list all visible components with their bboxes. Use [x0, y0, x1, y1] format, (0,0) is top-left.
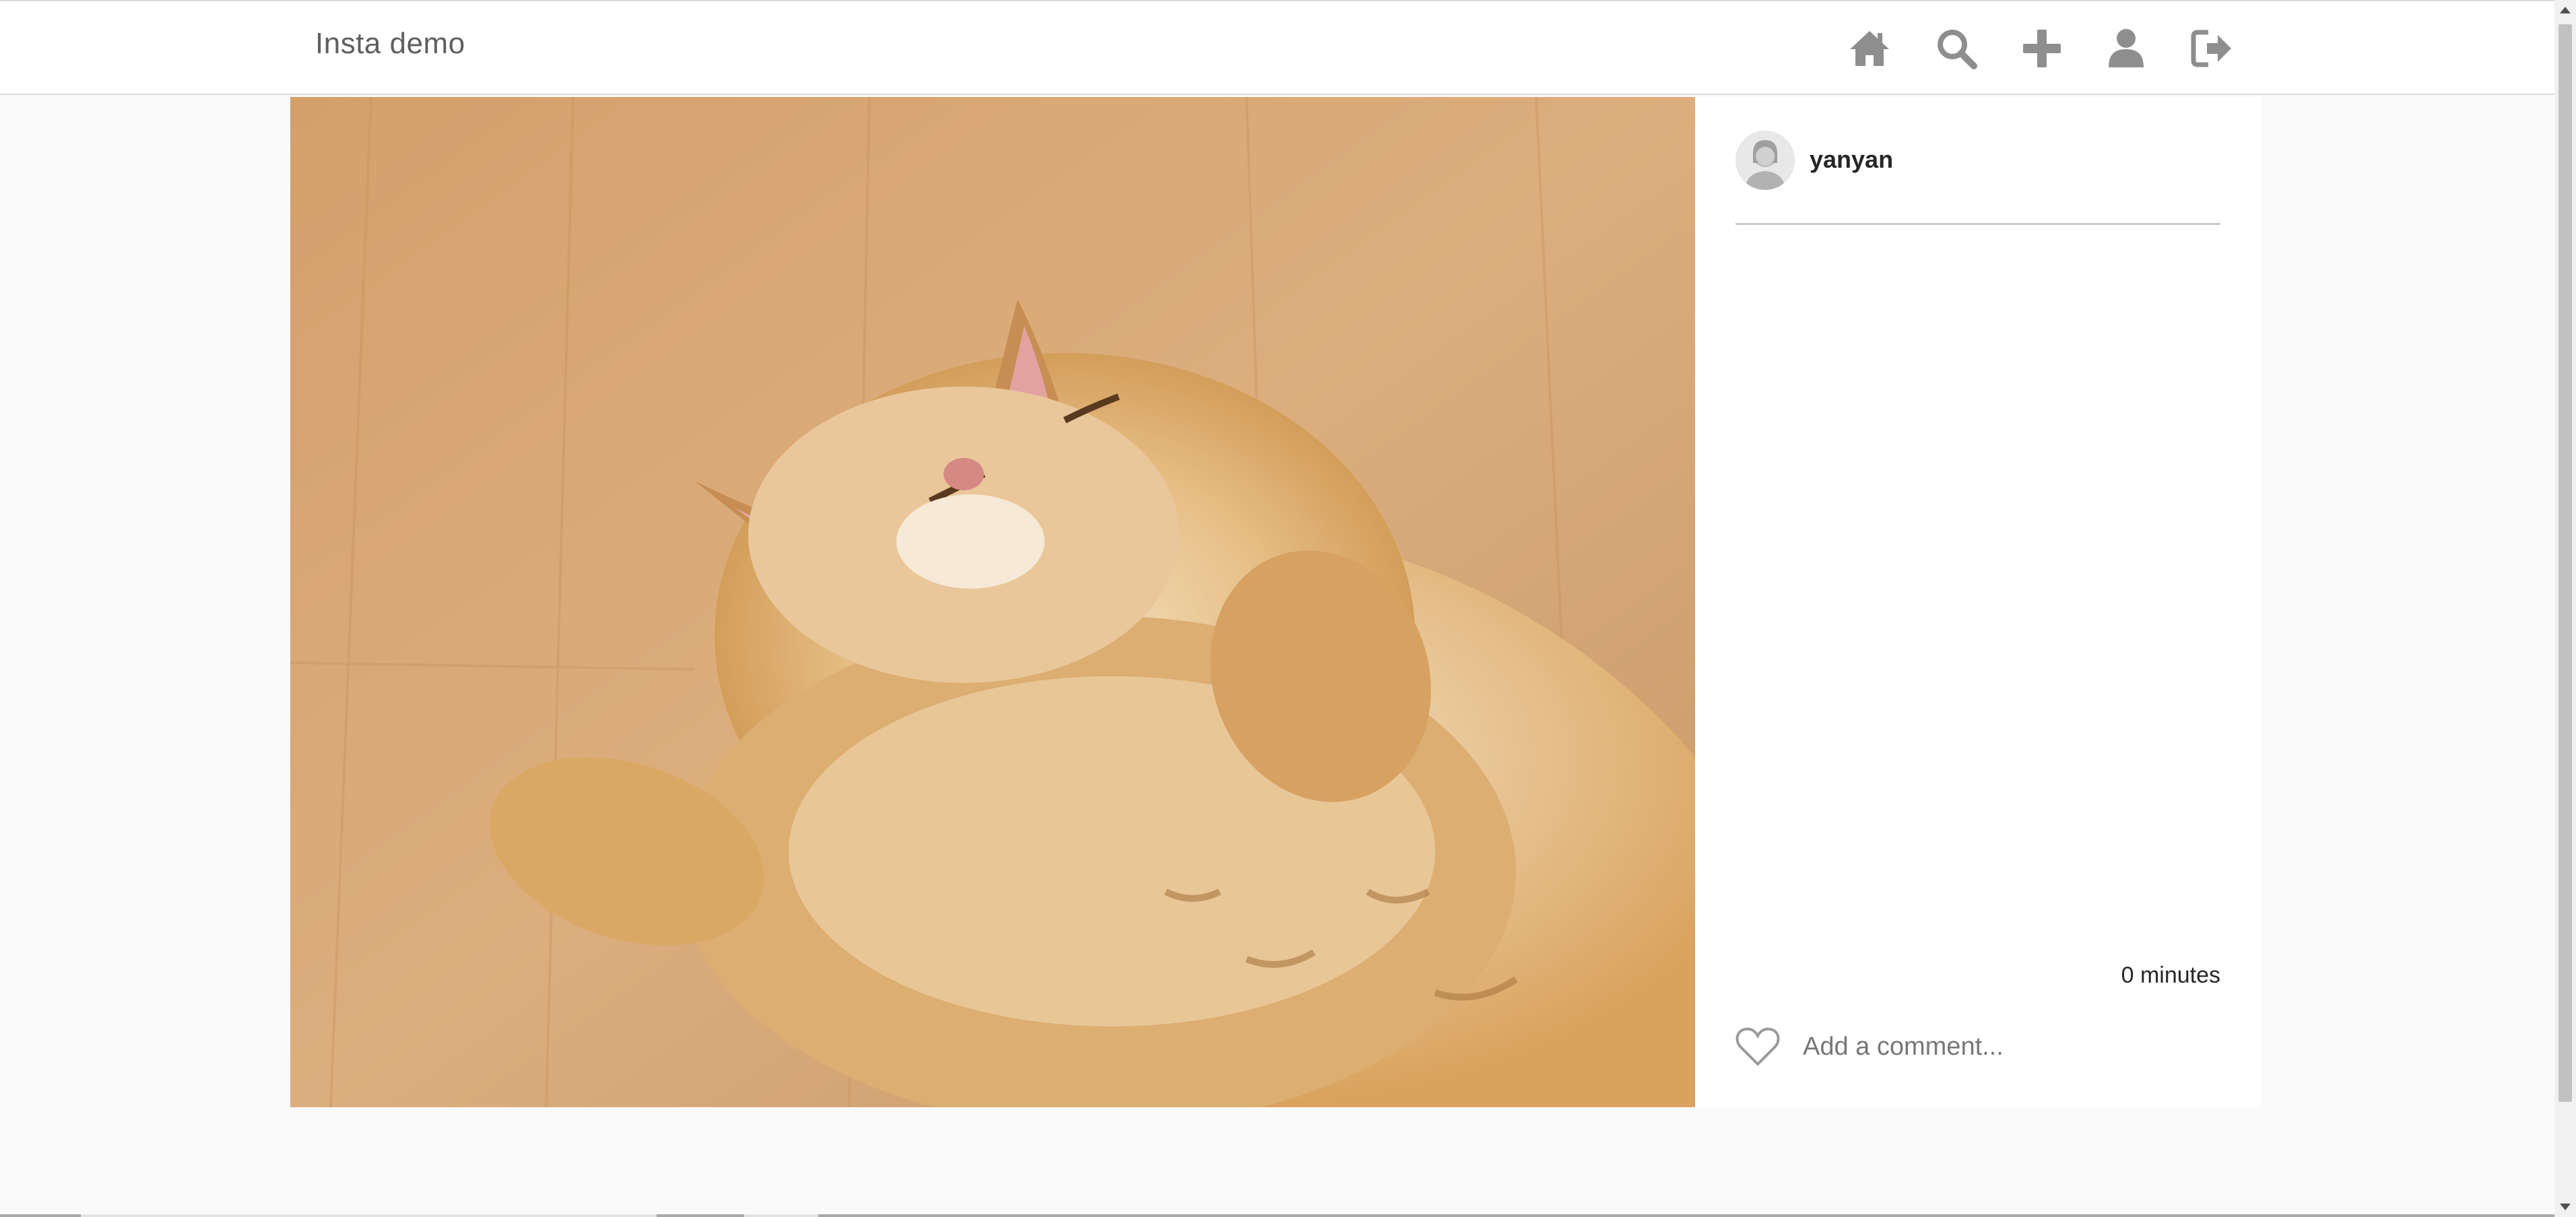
top-navigation-bar: Insta demo — [0, 0, 2554, 95]
post-photo[interactable] — [290, 97, 1695, 1107]
post-timestamp: 0 minutes — [2121, 962, 2220, 988]
hscroll-thumb[interactable] — [0, 1214, 81, 1217]
add-icon[interactable] — [2020, 27, 2063, 70]
add-comment-input[interactable] — [1803, 1023, 2207, 1070]
brand-title[interactable]: Insta demo — [315, 27, 465, 61]
user-avatar-icon[interactable] — [1736, 131, 1795, 190]
post-author-username[interactable]: yanyan — [1810, 145, 1893, 174]
heart-outline-icon[interactable] — [1736, 1026, 1780, 1067]
scroll-down-icon[interactable] — [2560, 1204, 2571, 1210]
hscroll-thumb[interactable] — [657, 1214, 744, 1217]
horizontal-scrollbar[interactable] — [0, 1214, 2554, 1217]
vertical-scrollbar[interactable] — [2554, 0, 2576, 1217]
scrollbar-thumb[interactable] — [2558, 24, 2572, 1102]
profile-icon[interactable] — [2105, 27, 2148, 70]
search-icon[interactable] — [1935, 27, 1978, 70]
sidebar-divider — [1736, 223, 2220, 225]
scroll-up-icon[interactable] — [2560, 7, 2571, 13]
post-sidebar: yanyan 0 minutes — [1695, 97, 2261, 1107]
post-card: yanyan 0 minutes — [290, 97, 2261, 1107]
home-icon[interactable] — [1848, 27, 1891, 70]
logout-icon[interactable] — [2191, 27, 2234, 70]
hscroll-thumb[interactable] — [818, 1214, 2554, 1217]
